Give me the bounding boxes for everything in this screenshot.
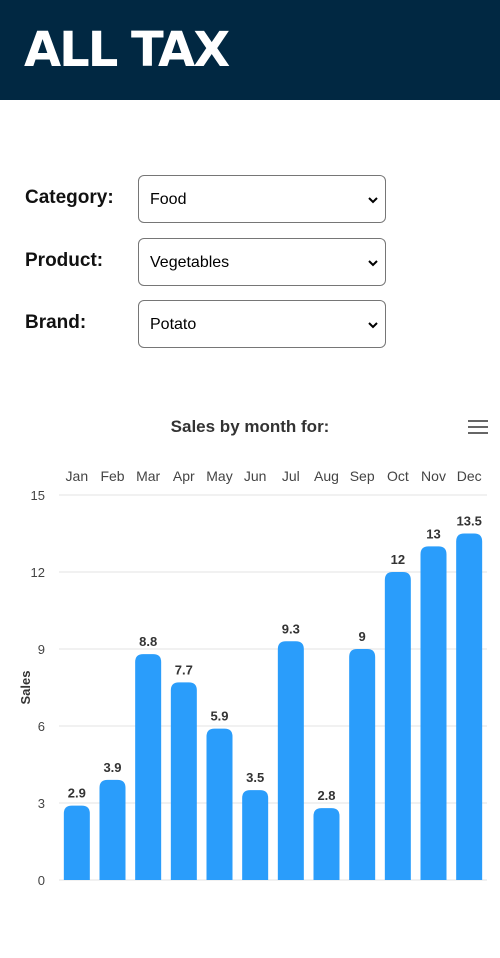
- bar: [63, 805, 90, 880]
- y-tick-label: 9: [38, 642, 45, 657]
- data-label: 5.9: [210, 709, 228, 724]
- bar: [384, 572, 411, 880]
- x-tick-label: Mar: [136, 468, 160, 484]
- x-tick-label: Nov: [421, 468, 446, 484]
- category-select[interactable]: Food: [138, 175, 386, 223]
- x-tick-label: Jun: [244, 468, 267, 484]
- bar: [456, 533, 483, 880]
- y-tick-label: 3: [38, 796, 45, 811]
- brand-select[interactable]: Potato: [138, 300, 386, 348]
- bar: [242, 790, 269, 880]
- bar: [170, 682, 197, 880]
- y-tick-label: 15: [31, 488, 45, 503]
- x-tick-label: Apr: [173, 468, 195, 484]
- bar: [206, 728, 233, 880]
- x-tick-label: May: [206, 468, 232, 484]
- bar: [349, 649, 376, 880]
- product-select[interactable]: Vegetables: [138, 238, 386, 286]
- x-tick-label: Dec: [457, 468, 482, 484]
- brand-label: Brand:: [25, 312, 87, 333]
- data-label: 3.9: [103, 760, 121, 775]
- data-label: 9.3: [282, 621, 300, 636]
- bar: [99, 779, 126, 880]
- x-tick-label: Feb: [100, 468, 124, 484]
- product-label: Product:: [25, 250, 104, 271]
- chevron-down-icon: [368, 260, 378, 267]
- bar: [277, 641, 304, 880]
- data-label: 12: [391, 552, 405, 567]
- data-label: 13.5: [457, 514, 482, 529]
- logo: ALL TAX: [24, 22, 230, 78]
- bar: [420, 546, 447, 880]
- product-value: Vegetables: [150, 254, 230, 271]
- brand-value: Potato: [150, 316, 197, 333]
- data-label: 7.7: [175, 662, 193, 677]
- y-tick-label: 0: [38, 873, 45, 888]
- x-tick-label: Aug: [314, 468, 339, 484]
- bar-chart: 0 3 6 9 12 15 Sales Jan 2.9 Feb 3.9 Mar 8.8 Apr 7.7 May…: [18, 468, 487, 888]
- filter-brand: Brand: Potato: [0, 300, 500, 350]
- category-value: Food: [150, 191, 187, 208]
- chevron-down-icon: [368, 197, 378, 204]
- x-tick-label: Oct: [387, 468, 409, 484]
- x-tick-label: Jul: [282, 468, 300, 484]
- y-axis-title: Sales: [18, 671, 33, 705]
- y-tick-label: 12: [31, 565, 45, 580]
- data-label: 8.8: [139, 634, 157, 649]
- hamburger-menu-icon[interactable]: [468, 419, 488, 435]
- data-label: 13: [426, 526, 440, 541]
- x-tick-label: Sep: [350, 468, 375, 484]
- bar: [135, 654, 162, 880]
- header-bar: ALL TAX: [0, 0, 500, 100]
- filter-category: Category: Food: [0, 175, 500, 225]
- chevron-down-icon: [368, 322, 378, 329]
- category-label: Category:: [25, 187, 114, 208]
- data-label: 3.5: [246, 770, 264, 785]
- data-label: 2.8: [317, 788, 335, 803]
- y-tick-label: 6: [38, 719, 45, 734]
- chart-title: Sales by month for:: [170, 417, 330, 436]
- data-label: 2.9: [68, 786, 86, 801]
- data-label: 9: [359, 629, 366, 644]
- x-tick-label: Jan: [66, 468, 89, 484]
- bar: [313, 808, 340, 880]
- filter-product: Product: Vegetables: [0, 238, 500, 288]
